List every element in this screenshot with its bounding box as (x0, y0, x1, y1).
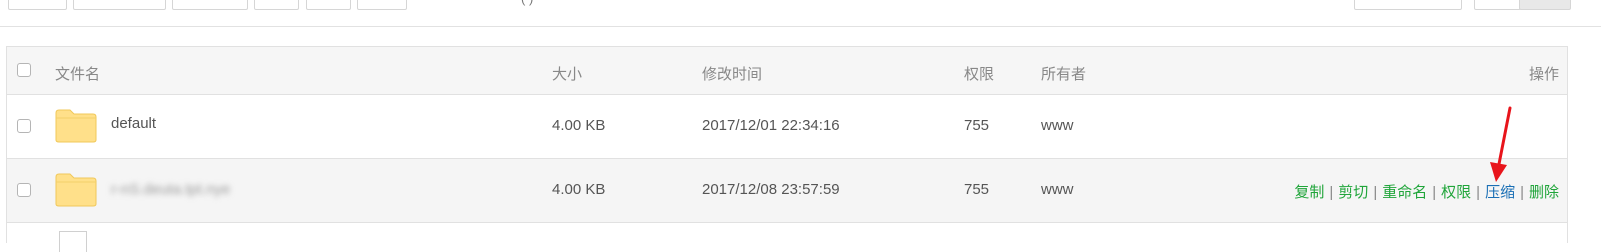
select-all-checkbox[interactable] (17, 63, 31, 77)
header-modified[interactable]: 修改时间 (702, 63, 762, 84)
toolbar-button-4[interactable] (254, 0, 299, 10)
row-checkbox[interactable] (17, 183, 31, 197)
toolbar-search-box[interactable] (1354, 0, 1462, 10)
rename-link[interactable]: 重命名 (1382, 184, 1427, 201)
toolbar-button-7[interactable] (1474, 0, 1521, 10)
action-separator: | (1520, 184, 1524, 201)
action-separator: | (1329, 184, 1334, 201)
file-name-blurred[interactable]: r-nS.deuta.tpt.nye (111, 181, 230, 198)
copy-link[interactable]: 复制 (1294, 184, 1324, 201)
toolbar-button-6[interactable] (357, 0, 407, 10)
table-row[interactable] (7, 223, 1567, 252)
delete-link[interactable]: 删除 (1529, 184, 1559, 201)
toolbar-button-8[interactable] (1519, 0, 1571, 10)
table-header: 文件名 大小 修改时间 权限 所有者 操作 (7, 47, 1567, 95)
toolbar-button-3[interactable] (172, 0, 248, 10)
file-toolbar: ( ) (0, 0, 1601, 27)
header-actions: 操作 (1528, 66, 1559, 83)
folder-icon (55, 173, 97, 207)
action-separator: | (1476, 184, 1481, 201)
table-row[interactable]: default 4.00 KB 2017/12/01 22:34:16 755 … (7, 95, 1567, 159)
file-size: 4.00 KB (552, 117, 606, 134)
file-name[interactable]: default (111, 115, 156, 132)
file-owner: www (1041, 117, 1074, 134)
red-arrow-annotation (1490, 106, 1512, 182)
file-permission: 755 (964, 181, 990, 198)
table-row[interactable]: r-nS.deuta.tpt.nye 4.00 KB 2017/12/08 23… (7, 159, 1567, 223)
path-fragment: ( ) (521, 0, 533, 6)
file-permission: 755 (964, 117, 990, 134)
toolbar-button-1[interactable] (8, 0, 67, 10)
header-owner: 所有者 (1041, 66, 1087, 83)
file-modified: 2017/12/01 22:34:16 (702, 117, 840, 134)
file-table: 文件名 大小 修改时间 权限 所有者 操作 default 4.00 KB 20… (6, 46, 1568, 252)
action-separator: | (1373, 184, 1378, 201)
permission-link[interactable]: 权限 (1441, 184, 1471, 201)
folder-icon (55, 109, 97, 143)
cut-link[interactable]: 剪切 (1338, 184, 1368, 201)
action-separator: | (1432, 184, 1437, 201)
row-actions: 复制 | 剪切 | 重命名 | 权限 | 压缩 | 删除 (1294, 181, 1559, 202)
toolbar-button-5[interactable] (306, 0, 351, 10)
file-owner: www (1041, 181, 1074, 198)
toolbar-button-2[interactable] (73, 0, 166, 10)
header-size[interactable]: 大小 (552, 63, 582, 84)
header-name[interactable]: 文件名 (55, 63, 100, 84)
header-permission: 权限 (964, 66, 995, 83)
compress-link[interactable]: 压缩 (1485, 184, 1515, 201)
file-modified: 2017/12/08 23:57:59 (702, 181, 840, 198)
row-checkbox[interactable] (17, 119, 31, 133)
file-size: 4.00 KB (552, 181, 606, 198)
